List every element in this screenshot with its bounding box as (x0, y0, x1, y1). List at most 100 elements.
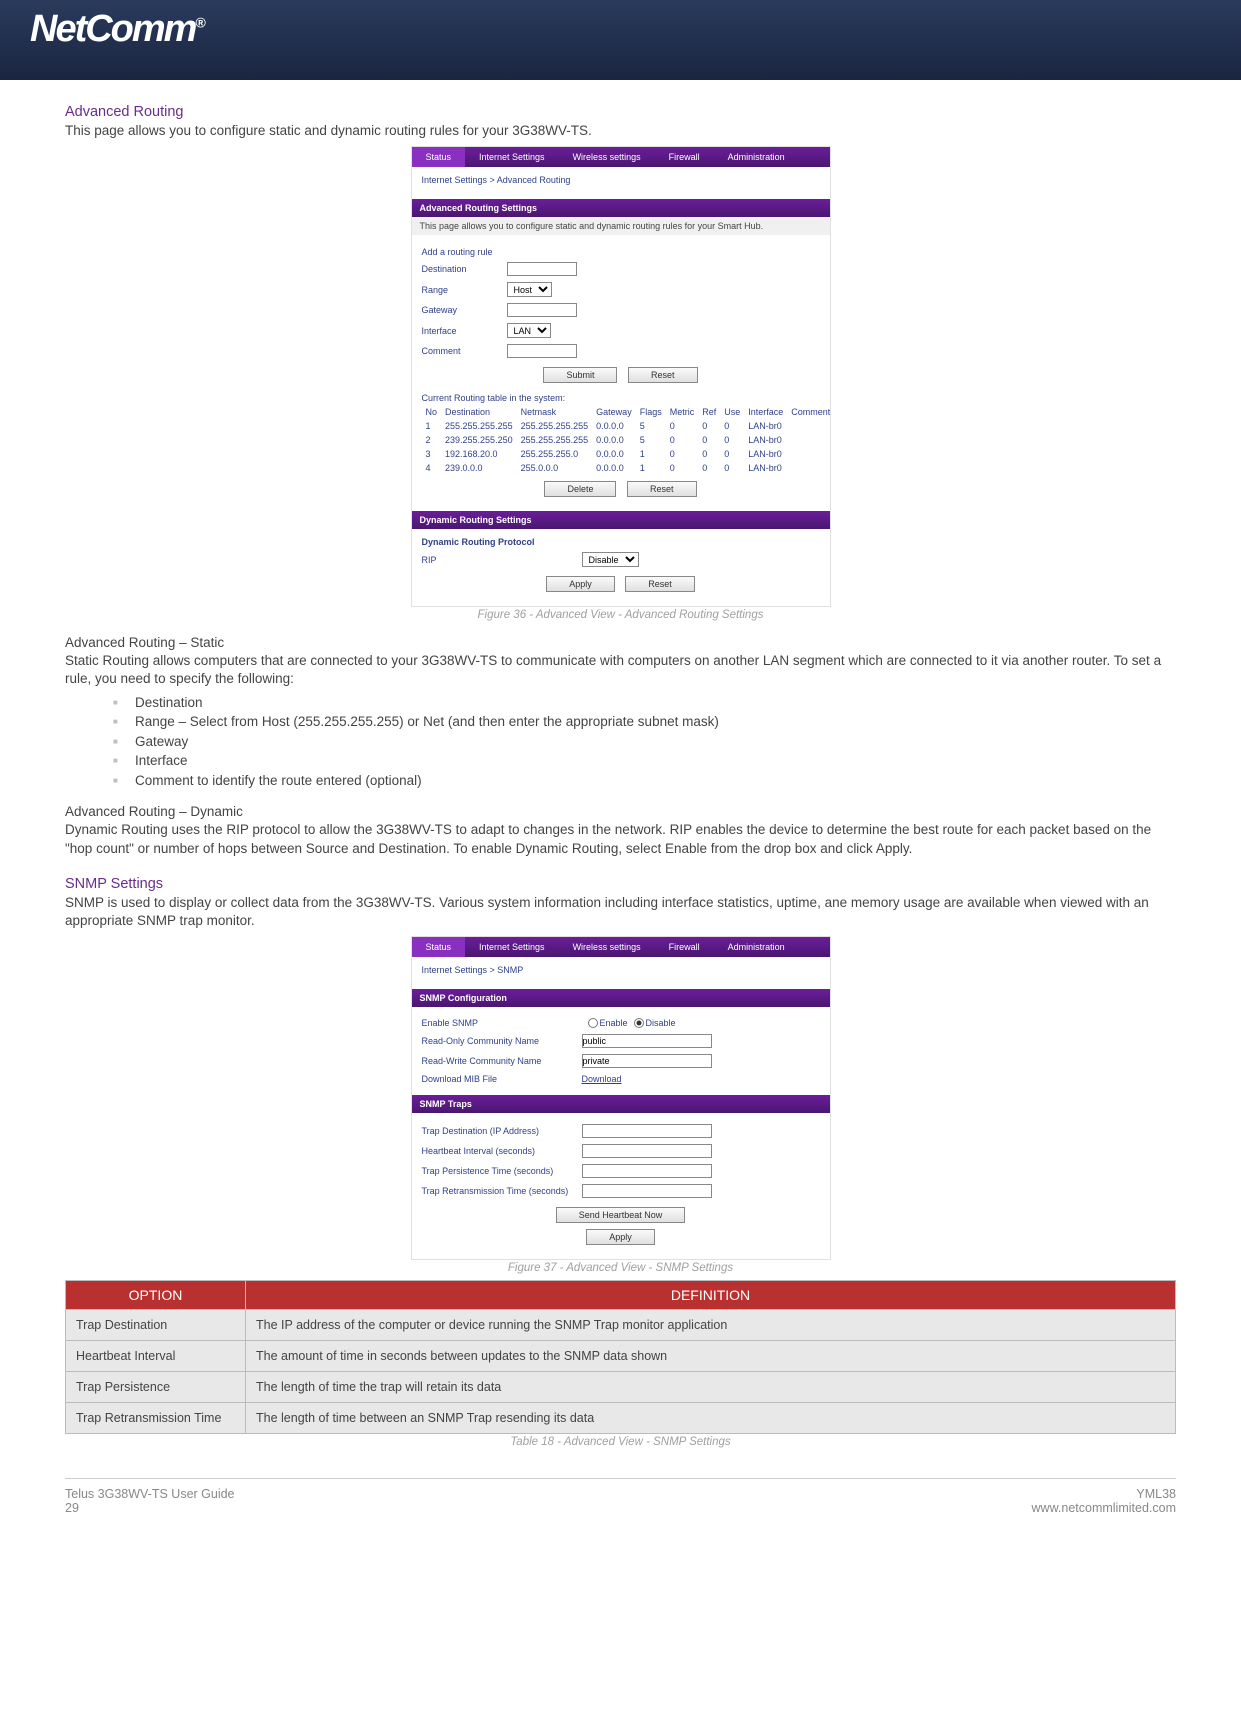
nav-tab-status[interactable]: Status (412, 147, 466, 167)
opt-enable: Enable (600, 1018, 628, 1028)
header-band: NetComm® (0, 0, 1241, 80)
text-snmp: SNMP is used to display or collect data … (65, 894, 1176, 930)
nav-tab-firewall[interactable]: Firewall (655, 937, 714, 957)
breadcrumb-2: Internet Settings > SNMP (422, 965, 820, 975)
current-routing-caption: Current Routing table in the system: (422, 393, 820, 403)
table-row: Trap Retransmission TimeThe length of ti… (66, 1403, 1176, 1434)
lbl-ro-comm: Read-Only Community Name (422, 1036, 582, 1046)
rw-comm-input[interactable] (582, 1054, 712, 1068)
table-row: 3192.168.20.0255.255.255.00.0.0.01000LAN… (422, 447, 835, 461)
delete-button[interactable]: Delete (544, 481, 616, 497)
figure-36-caption: Figure 36 - Advanced View - Advanced Rou… (65, 609, 1176, 621)
table-header-row: NoDestinationNetmaskGatewayFlagsMetricRe… (422, 405, 835, 419)
footer-right-1: YML38 (1032, 1487, 1176, 1501)
nav-tab-wireless[interactable]: Wireless settings (559, 937, 655, 957)
lbl-trap-dest: Trap Destination (IP Address) (422, 1126, 582, 1136)
figure-37-caption: Figure 37 - Advanced View - SNMP Setting… (65, 1262, 1176, 1274)
enable-radio[interactable] (588, 1018, 598, 1028)
lbl-trap-retr: Trap Retransmission Time (seconds) (422, 1186, 582, 1196)
nav-tab-internet[interactable]: Internet Settings (465, 147, 559, 167)
range-select[interactable]: Host (507, 282, 552, 297)
reset-button-2[interactable]: Reset (627, 481, 697, 497)
disable-radio[interactable] (634, 1018, 644, 1028)
trap-retr-input[interactable] (582, 1184, 712, 1198)
heading-adv-routing: Advanced Routing (65, 104, 1176, 120)
submit-button[interactable]: Submit (543, 367, 617, 383)
lbl-trap-pers: Trap Persistence Time (seconds) (422, 1166, 582, 1176)
reset-button-3[interactable]: Reset (625, 576, 695, 592)
hb-int-input[interactable] (582, 1144, 712, 1158)
lbl-rip: RIP (422, 555, 582, 565)
list-item: Gateway (135, 732, 1176, 752)
nav-tab-admin[interactable]: Administration (714, 147, 799, 167)
list-item: Destination (135, 693, 1176, 713)
table-row: 2239.255.255.250255.255.255.2550.0.0.050… (422, 433, 835, 447)
routing-table: NoDestinationNetmaskGatewayFlagsMetricRe… (422, 405, 835, 475)
gateway-input[interactable] (507, 303, 577, 317)
lbl-comment: Comment (422, 346, 507, 356)
table-row: Heartbeat IntervalThe amount of time in … (66, 1341, 1176, 1372)
routing-screenshot: Status Internet Settings Wireless settin… (411, 146, 831, 607)
nav-tab-wireless[interactable]: Wireless settings (559, 147, 655, 167)
router-nav-2: Status Internet Settings Wireless settin… (412, 937, 830, 957)
th-option: OPTION (66, 1281, 246, 1310)
page-content: Advanced Routing This page allows you to… (0, 80, 1241, 1527)
apply-button-2[interactable]: Apply (586, 1229, 655, 1245)
table-18-caption: Table 18 - Advanced View - SNMP Settings (65, 1436, 1176, 1448)
page-footer: Telus 3G38WV-TS User Guide 29 YML38 www.… (65, 1478, 1176, 1515)
reset-button[interactable]: Reset (628, 367, 698, 383)
text-static: Static Routing allows computers that are… (65, 652, 1176, 688)
heading-snmp: SNMP Settings (65, 876, 1176, 892)
th-definition: DEFINITION (246, 1281, 1176, 1310)
section-bar-adv-routing: Advanced Routing Settings (412, 199, 830, 217)
footer-left-2: 29 (65, 1501, 235, 1515)
apply-button[interactable]: Apply (546, 576, 615, 592)
snmp-screenshot: Status Internet Settings Wireless settin… (411, 936, 831, 1260)
list-item: Range – Select from Host (255.255.255.25… (135, 712, 1176, 732)
heading-dynamic: Advanced Routing – Dynamic (65, 804, 1176, 819)
lbl-gateway: Gateway (422, 305, 507, 315)
heading-static: Advanced Routing – Static (65, 635, 1176, 650)
table-row: 1255.255.255.255255.255.255.2550.0.0.050… (422, 419, 835, 433)
brand-logo: NetComm® (30, 8, 1211, 51)
lbl-range: Range (422, 285, 507, 295)
breadcrumb: Internet Settings > Advanced Routing (422, 175, 820, 185)
interface-select[interactable]: LAN (507, 323, 551, 338)
lbl-rw-comm: Read-Write Community Name (422, 1056, 582, 1066)
section-bar-snmp-traps: SNMP Traps (412, 1095, 830, 1113)
comment-input[interactable] (507, 344, 577, 358)
section-bar-dyn-routing: Dynamic Routing Settings (412, 511, 830, 529)
download-link[interactable]: Download (582, 1074, 622, 1084)
dyn-proto-label: Dynamic Routing Protocol (422, 537, 820, 547)
nav-tab-admin[interactable]: Administration (714, 937, 799, 957)
section-bar-snmp-config: SNMP Configuration (412, 989, 830, 1007)
table-row: Trap PersistenceThe length of time the t… (66, 1372, 1176, 1403)
table-row: Trap DestinationThe IP address of the co… (66, 1310, 1176, 1341)
lbl-mib: Download MIB File (422, 1074, 582, 1084)
lbl-destination: Destination (422, 264, 507, 274)
trap-pers-input[interactable] (582, 1164, 712, 1178)
destination-input[interactable] (507, 262, 577, 276)
nav-tab-internet[interactable]: Internet Settings (465, 937, 559, 957)
text-dynamic: Dynamic Routing uses the RIP protocol to… (65, 821, 1176, 857)
rip-select[interactable]: Disable (582, 552, 639, 567)
table-row: 4239.0.0.0255.0.0.00.0.0.01000LAN-br0 (422, 461, 835, 475)
static-bullet-list: Destination Range – Select from Host (25… (65, 693, 1176, 791)
send-heartbeat-button[interactable]: Send Heartbeat Now (556, 1207, 686, 1223)
router-nav: Status Internet Settings Wireless settin… (412, 147, 830, 167)
nav-tab-firewall[interactable]: Firewall (655, 147, 714, 167)
footer-left-1: Telus 3G38WV-TS User Guide (65, 1487, 235, 1501)
ro-comm-input[interactable] (582, 1034, 712, 1048)
text-adv-routing-intro: This page allows you to configure static… (65, 122, 1176, 140)
nav-tab-status[interactable]: Status (412, 937, 466, 957)
list-item: Comment to identify the route entered (o… (135, 771, 1176, 791)
lbl-interface: Interface (422, 326, 507, 336)
trap-dest-input[interactable] (582, 1124, 712, 1138)
routing-desc: This page allows you to configure static… (412, 217, 830, 235)
list-item: Interface (135, 751, 1176, 771)
lbl-hb-int: Heartbeat Interval (seconds) (422, 1146, 582, 1156)
footer-right-2: www.netcommlimited.com (1032, 1501, 1176, 1515)
definition-table: OPTION DEFINITION Trap DestinationThe IP… (65, 1280, 1176, 1434)
figure-37-wrap: Status Internet Settings Wireless settin… (65, 936, 1176, 1260)
figure-36-wrap: Status Internet Settings Wireless settin… (65, 146, 1176, 607)
